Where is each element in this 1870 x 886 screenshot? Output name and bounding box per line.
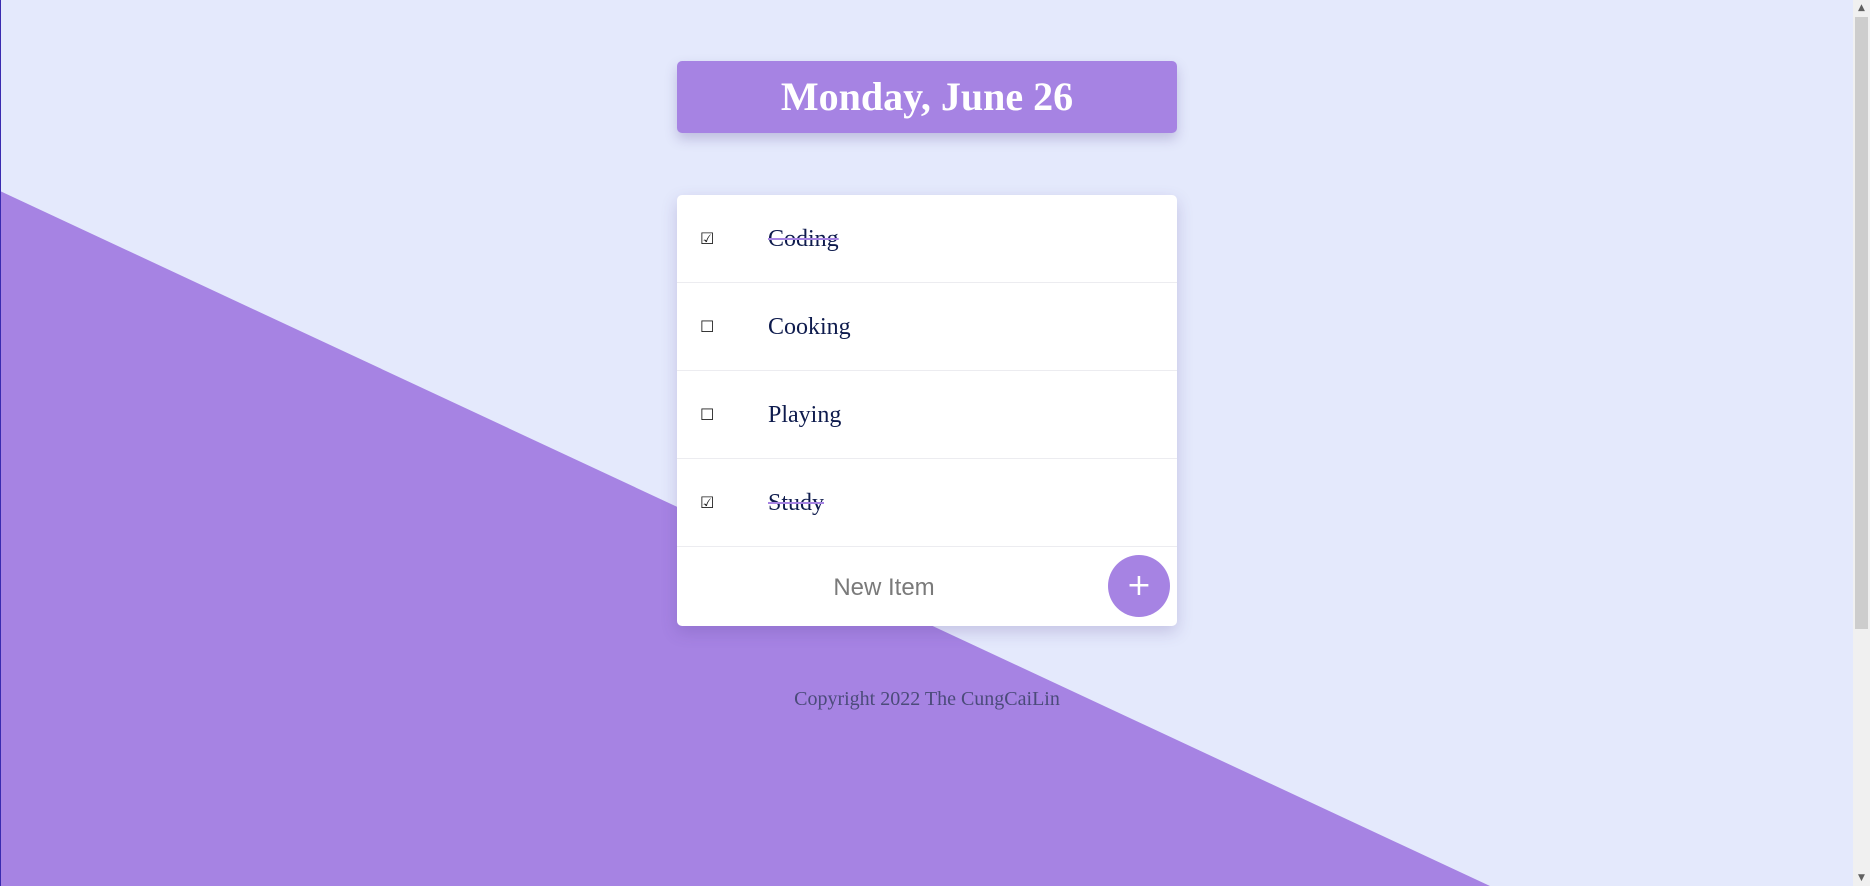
new-item-form: +	[677, 547, 1177, 626]
todo-item-text: Coding	[768, 226, 839, 252]
todo-item-text: Cooking	[768, 314, 851, 340]
todo-item-text: Playing	[768, 402, 842, 428]
todo-item: ☐ Cooking	[677, 283, 1177, 371]
footer-copyright: Copyright 2022 The CungCaiLin	[794, 688, 1060, 710]
checked-checkbox-icon[interactable]: ☑	[700, 495, 716, 511]
window-left-edge	[0, 0, 1, 886]
todo-item: ☑ Coding	[677, 195, 1177, 283]
date-title: Monday, June 26	[780, 74, 1074, 119]
checked-checkbox-icon[interactable]: ☑	[700, 231, 716, 247]
todo-item: ☑ Study	[677, 459, 1177, 547]
scroll-up-arrow-icon[interactable]: ▲	[1853, 0, 1870, 16]
unchecked-checkbox-icon[interactable]: ☐	[700, 319, 716, 335]
todo-item: ☐ Playing	[677, 371, 1177, 459]
date-header: Monday, June 26	[677, 61, 1177, 133]
todo-item-text: Study	[768, 490, 825, 516]
vertical-scrollbar[interactable]: ▲ ▼	[1853, 0, 1870, 886]
scrollbar-thumb[interactable]	[1855, 17, 1868, 629]
new-item-input[interactable]	[692, 565, 1076, 611]
add-item-button[interactable]: +	[1108, 555, 1170, 617]
scroll-down-arrow-icon[interactable]: ▼	[1853, 870, 1870, 886]
unchecked-checkbox-icon[interactable]: ☐	[700, 407, 716, 423]
todo-list-box: ☑ Coding ☐ Cooking ☐ Playing ☑ Study +	[677, 195, 1177, 626]
